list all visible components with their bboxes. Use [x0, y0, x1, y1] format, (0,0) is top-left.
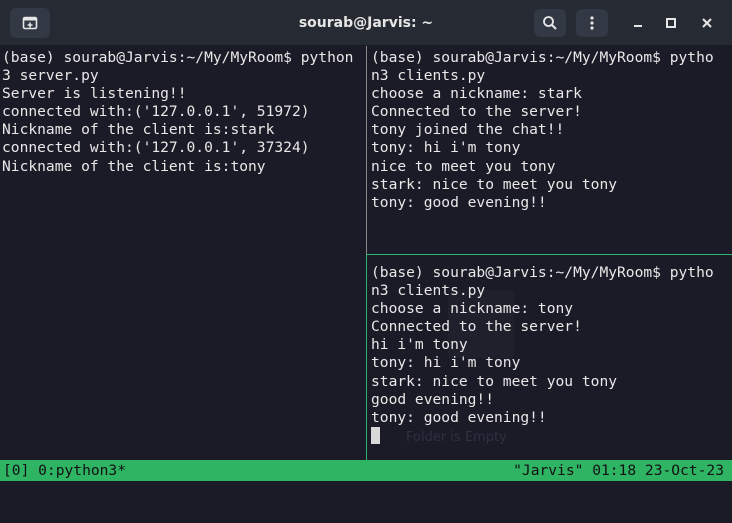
terminal-line: choose a nickname: tony [371, 300, 574, 318]
terminal-line: tony joined the chat!! [371, 121, 565, 139]
pane-divider-horizontal[interactable] [367, 254, 732, 255]
terminal-line: (base) sourab@Jarvis:~/My/MyRoom$ pytho [371, 264, 714, 281]
terminal-line: good evening!! [371, 390, 495, 408]
terminal-line: hi i'm tony [371, 336, 468, 354]
pane-server[interactable]: (base) sourab@Jarvis:~/My/MyRoom$ python… [2, 49, 364, 459]
terminal-line: stark: nice to meet you tony [371, 372, 618, 390]
pane-client-stark[interactable]: (base) sourab@Jarvis:~/My/MyRoom$ pytho n… [371, 49, 729, 249]
tmux-status-bar: [0] 0:python3* "Jarvis" 01:18 23-Oct-23 [0, 460, 732, 481]
terminal-line: 3 server.py [2, 67, 99, 85]
terminal-line: (base) sourab@Jarvis:~/My/MyRoom$ python [2, 49, 354, 66]
input-line[interactable] [371, 426, 729, 445]
new-tab-icon [22, 16, 38, 30]
text-cursor [371, 426, 380, 444]
search-button[interactable] [534, 9, 566, 37]
terminal-line: Server is listening!! [2, 85, 187, 103]
maximize-button[interactable] [655, 9, 687, 37]
terminal-line: tony: good evening!! [371, 193, 547, 211]
terminal-line: stark: nice to meet you tony [371, 175, 618, 193]
status-host-clock: "Jarvis" 01:18 23-Oct-23 [513, 462, 724, 479]
terminal-line: tony: hi i'm tony [371, 354, 521, 372]
search-icon [543, 16, 557, 30]
terminal-line: tony: hi i'm tony [371, 139, 521, 157]
terminal-line: n3 clients.py [371, 282, 486, 300]
terminal-line: (base) sourab@Jarvis:~/My/MyRoom$ pytho [371, 49, 714, 66]
new-tab-button[interactable] [10, 8, 50, 38]
window-bottom-edge [0, 481, 732, 486]
ghost-overlay-box [448, 290, 514, 358]
status-window-list[interactable]: [0] 0:python3* [3, 460, 126, 481]
active-pane-border-left [366, 254, 367, 460]
maximize-icon [666, 18, 676, 28]
terminal-line: connected with:('127.0.0.1', 51972) [2, 103, 310, 121]
terminal-line: Nickname of the client is:stark [2, 121, 275, 139]
terminal-line: Nickname of the client is:tony [2, 157, 266, 175]
close-icon [702, 18, 712, 28]
terminal-line: n3 clients.py [371, 67, 486, 85]
menu-button[interactable] [576, 9, 608, 37]
kebab-menu-icon [590, 16, 594, 30]
minimize-icon [634, 25, 642, 27]
terminal-line: connected with:('127.0.0.1', 37324) [2, 139, 310, 157]
minimize-button[interactable] [622, 9, 654, 37]
pane-client-tony[interactable]: (base) sourab@Jarvis:~/My/MyRoom$ pytho n… [371, 264, 729, 458]
terminal-line: tony: good evening!! [371, 408, 547, 426]
terminal-line: nice to meet you tony [371, 157, 556, 175]
close-button[interactable] [691, 9, 723, 37]
terminal-line: Connected to the server! [371, 318, 582, 336]
terminal-line: Connected to the server! [371, 103, 582, 121]
window-titlebar: sourab@Jarvis: ~ [0, 0, 732, 46]
terminal-area[interactable]: (base) sourab@Jarvis:~/My/MyRoom$ python… [0, 46, 732, 460]
terminal-line: choose a nickname: stark [371, 85, 582, 103]
